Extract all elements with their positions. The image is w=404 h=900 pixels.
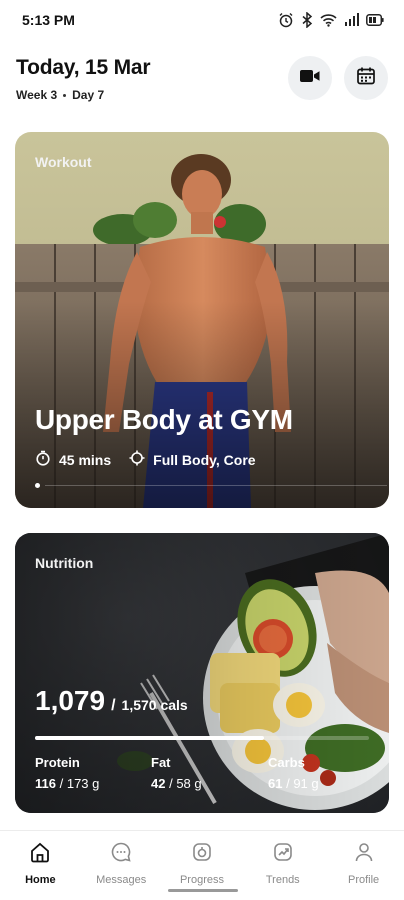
macro-amount: 42	[151, 776, 166, 791]
macro-value: 61 / 91 g	[268, 776, 319, 791]
target-icon	[129, 450, 145, 469]
macro-name: Carbs	[268, 755, 305, 770]
calorie-progress-fill	[35, 736, 265, 740]
home-indicator	[168, 889, 238, 892]
week-day-line: Week 3 Day 7	[16, 88, 150, 102]
alarm-icon	[278, 12, 294, 28]
nav-item-messages[interactable]: Messages	[81, 841, 161, 900]
separator-dot	[63, 93, 67, 97]
nav-label: Progress	[179, 874, 224, 886]
macro-amount: 116	[35, 776, 56, 791]
status-time: 5:13 PM	[22, 12, 75, 28]
workout-card[interactable]: Workout Upper Body at GYM 45 mins Full B…	[15, 132, 389, 508]
week-label: Week 3	[16, 88, 58, 102]
trends-icon	[272, 841, 294, 868]
bluetooth-icon	[301, 12, 313, 28]
calorie-progress-bar	[35, 736, 369, 740]
calorie-summary: 1,079 / 1,570 cals	[35, 685, 188, 717]
duration-item: 45 mins	[35, 450, 111, 469]
nav-item-trends[interactable]: Trends	[243, 841, 323, 900]
battery-icon	[366, 14, 384, 26]
macro-fat: Fat 42 / 58 g	[151, 755, 202, 791]
video-call-button[interactable]	[288, 56, 332, 100]
calendar-icon	[356, 66, 376, 91]
progress-icon	[191, 841, 213, 868]
workout-label: Workout	[35, 154, 92, 170]
header: Today, 15 Mar Week 3 Day 7	[0, 48, 404, 118]
carousel-dot-active	[35, 483, 40, 488]
nav-label: Messages	[96, 874, 147, 886]
calendar-button[interactable]	[344, 56, 388, 100]
nutrition-label: Nutrition	[35, 555, 94, 571]
macro-value: 116 / 173 g	[35, 776, 99, 791]
status-icons	[278, 12, 384, 28]
stopwatch-icon	[35, 450, 51, 469]
workout-title: Upper Body at GYM	[35, 404, 293, 435]
workout-meta: 45 mins Full Body, Core	[35, 450, 256, 469]
macro-name: Fat	[151, 755, 171, 770]
focus-item: Full Body, Core	[129, 450, 256, 469]
chat-icon	[110, 841, 132, 868]
macro-amount: 61	[268, 776, 283, 791]
nav-label: Profile	[347, 874, 380, 886]
macro-goal: / 91 g	[286, 776, 319, 791]
status-bar: 5:13 PM	[0, 0, 404, 40]
carousel-track	[45, 485, 387, 486]
macro-name: Protein	[35, 755, 80, 770]
calories-separator: /	[111, 697, 116, 714]
signal-icon	[344, 13, 359, 27]
macro-value: 42 / 58 g	[151, 776, 202, 791]
nutrition-card[interactable]: Nutrition 1,079 / 1,570 cals Protein 116…	[15, 533, 389, 813]
workout-duration: 45 mins	[59, 451, 112, 468]
calories-consumed: 1,079	[35, 685, 106, 716]
macro-goal: / 58 g	[169, 776, 202, 791]
carousel-indicator	[33, 483, 387, 488]
page-title: Today, 15 Mar	[16, 56, 151, 79]
nav-item-home[interactable]: Home	[0, 841, 80, 900]
macro-protein: Protein 116 / 173 g	[35, 755, 99, 791]
day-label: Day 7	[72, 88, 105, 102]
nav-label: Home	[25, 874, 56, 886]
wifi-icon	[320, 13, 337, 27]
video-camera-icon	[299, 68, 321, 89]
nav-item-profile[interactable]: Profile	[324, 841, 404, 900]
macro-carbs: Carbs 61 / 91 g	[268, 755, 319, 791]
calories-goal: 1,570 cals	[121, 697, 188, 713]
workout-focus: Full Body, Core	[153, 451, 256, 468]
profile-icon	[353, 841, 375, 868]
nav-label: Trends	[265, 874, 300, 886]
home-icon	[29, 841, 51, 868]
date-block: Today, 15 Mar Week 3 Day 7	[16, 48, 151, 102]
macro-goal: / 173 g	[59, 776, 100, 791]
header-actions	[288, 56, 388, 100]
